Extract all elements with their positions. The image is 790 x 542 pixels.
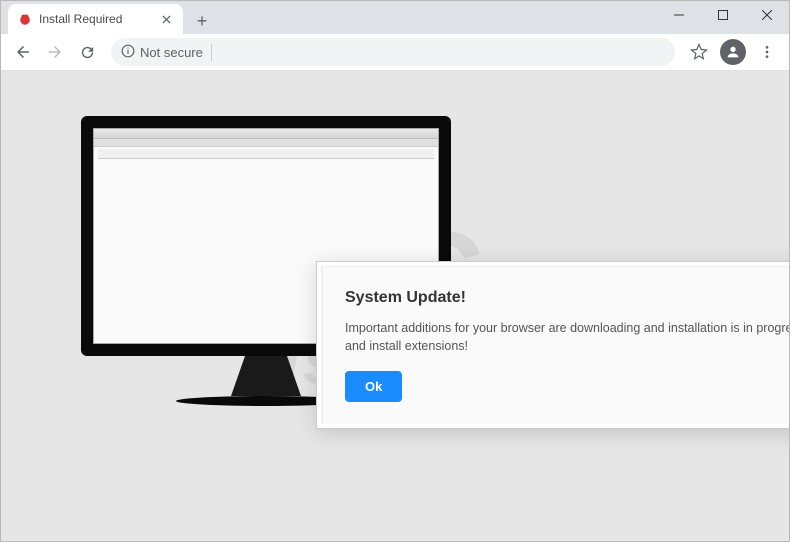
- reload-button[interactable]: [73, 38, 101, 66]
- tab-title: Install Required: [39, 12, 152, 26]
- ok-button[interactable]: Ok: [345, 371, 402, 402]
- new-tab-button[interactable]: +: [189, 8, 215, 34]
- security-label: Not secure: [140, 45, 203, 60]
- back-button[interactable]: [9, 38, 37, 66]
- security-chip[interactable]: Not secure: [121, 44, 212, 61]
- address-bar[interactable]: Not secure: [111, 38, 675, 66]
- popup-dialog: System Update! Important additions for y…: [316, 261, 789, 429]
- forward-button[interactable]: [41, 38, 69, 66]
- page-content: PC risj.com System Update! Important add…: [1, 71, 789, 541]
- profile-button[interactable]: [720, 39, 746, 65]
- minimize-button[interactable]: [657, 1, 701, 29]
- dialog-title: System Update!: [345, 289, 789, 307]
- inner-titlebar: [94, 129, 438, 139]
- browser-toolbar: Not secure: [1, 34, 789, 71]
- tab-favicon-icon: [18, 12, 32, 26]
- tab-bar: Install Required +: [1, 1, 789, 34]
- browser-tab[interactable]: Install Required: [8, 4, 183, 34]
- monitor-stand: [231, 356, 301, 396]
- maximize-button[interactable]: [701, 1, 745, 29]
- browser-window: Install Required +: [0, 0, 790, 542]
- inner-tabbar: [94, 139, 438, 147]
- close-window-button[interactable]: [745, 1, 789, 29]
- inner-addressbar: [98, 149, 434, 159]
- window-controls: [657, 1, 789, 29]
- dialog-body: Important additions for your browser are…: [345, 319, 789, 355]
- info-icon: [121, 44, 135, 61]
- bookmark-star-icon[interactable]: [685, 38, 713, 66]
- kebab-menu-icon[interactable]: [753, 38, 781, 66]
- tab-close-icon[interactable]: [159, 12, 173, 26]
